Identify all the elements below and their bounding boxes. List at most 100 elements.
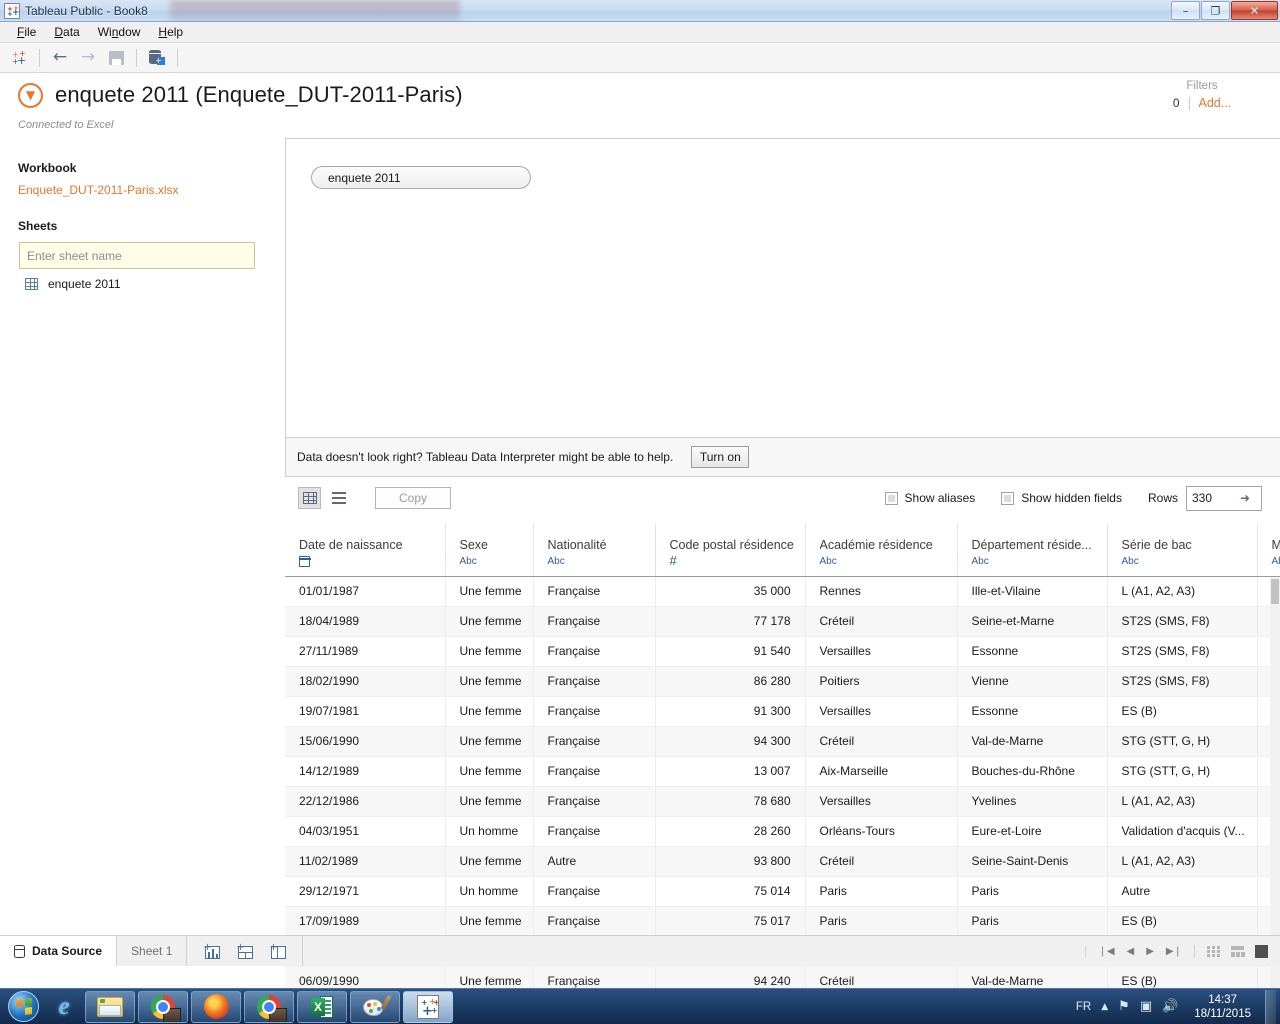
- copy-button[interactable]: Copy: [375, 487, 451, 509]
- table-row[interactable]: 22/12/1986 Une femme Française 78 680 Versai…: [285, 786, 1280, 817]
- monitor-icon[interactable]: ▣: [1140, 999, 1152, 1014]
- table-cell[interactable]: Vienne: [957, 666, 1108, 697]
- table-cell[interactable]: Française: [533, 696, 656, 727]
- bottom-tab-bar[interactable]: Data Source Sheet 1 + + + ❘◀ ◀ ▶ ▶❘: [0, 935, 1280, 966]
- table-cell[interactable]: 01/01/1987: [285, 576, 446, 607]
- table-cell[interactable]: Une femme: [445, 726, 534, 757]
- clock[interactable]: 14:37 18/11/2015: [1188, 993, 1255, 1021]
- back-arrow-icon[interactable]: ←: [47, 46, 73, 70]
- table-cell[interactable]: Une femme: [445, 906, 534, 937]
- new-story-icon[interactable]: +: [269, 942, 287, 959]
- tableau-logo-icon[interactable]: + + + +: [6, 46, 32, 70]
- system-tray[interactable]: FR ▲ ⚑ ▣ 🔊 14:37 18/11/2015: [1076, 989, 1280, 1024]
- table-cell[interactable]: Française: [533, 816, 656, 847]
- table-cell[interactable]: Versailles: [805, 696, 958, 727]
- table-cell[interactable]: Une femme: [445, 786, 534, 817]
- add-filter-link[interactable]: Add...: [1199, 96, 1232, 110]
- table-cell[interactable]: 19/07/1981: [285, 696, 446, 727]
- table-cell[interactable]: 17/09/1989: [285, 906, 446, 937]
- table-cell[interactable]: Poitiers: [805, 666, 958, 697]
- taskbar-file-explorer[interactable]: [85, 990, 135, 1023]
- table-cell[interactable]: Une femme: [445, 756, 534, 787]
- table-cell[interactable]: 18/04/1989: [285, 606, 446, 637]
- sheet-list-item[interactable]: enquete 2011: [25, 277, 121, 291]
- datasource-dropdown-button[interactable]: ▼: [18, 82, 43, 108]
- volume-icon[interactable]: 🔊: [1162, 999, 1178, 1014]
- table-cell[interactable]: Rennes: [805, 576, 958, 607]
- table-cell[interactable]: Orléans-Tours: [805, 816, 958, 847]
- close-button[interactable]: ✕: [1231, 1, 1278, 20]
- next-sheet-icon[interactable]: ▶: [1146, 946, 1154, 957]
- show-hide-icon[interactable]: [1255, 944, 1268, 958]
- table-row[interactable]: 29/12/1971 Un homme Française 75 014 Paris Pa…: [285, 876, 1280, 907]
- minimize-button[interactable]: –: [1171, 1, 1200, 20]
- column-header[interactable]: Département réside... Abc: [957, 524, 1108, 577]
- table-cell[interactable]: 94 300: [655, 726, 806, 757]
- table-cell[interactable]: 78 680: [655, 786, 806, 817]
- table-cell[interactable]: Créteil: [805, 846, 958, 877]
- table-cell[interactable]: ST2S (SMS, F8): [1107, 606, 1258, 637]
- tab-sheet-1[interactable]: Sheet 1: [117, 936, 188, 966]
- table-cell[interactable]: 15/06/1990: [285, 726, 446, 757]
- column-header[interactable]: Académie résidence Abc: [805, 524, 958, 577]
- network-flag-icon[interactable]: ⚑: [1118, 999, 1130, 1014]
- table-cell[interactable]: Bouches-du-Rhône: [957, 756, 1108, 787]
- table-cell[interactable]: Une femme: [445, 636, 534, 667]
- table-cell[interactable]: ST2S (SMS, F8): [1107, 666, 1258, 697]
- tab-data-source[interactable]: Data Source: [0, 936, 118, 966]
- table-cell[interactable]: Une femme: [445, 576, 534, 607]
- table-cell[interactable]: Paris: [957, 876, 1108, 907]
- column-header[interactable]: Code postal résidence #: [655, 524, 806, 577]
- table-cell[interactable]: 18/02/1990: [285, 666, 446, 697]
- table-cell[interactable]: Versailles: [805, 786, 958, 817]
- table-cell[interactable]: 11/02/1989: [285, 846, 446, 877]
- table-cell[interactable]: Versailles: [805, 636, 958, 667]
- list-view-icon[interactable]: [327, 487, 350, 509]
- windows-taskbar[interactable]: e X + + + + + FR ▲ ⚑ ▣ 🔊 14:37 18/11/201…: [0, 988, 1280, 1024]
- table-cell[interactable]: Ille-et-Vilaine: [957, 576, 1108, 607]
- table-cell[interactable]: Française: [533, 906, 656, 937]
- table-cell[interactable]: Créteil: [805, 726, 958, 757]
- table-cell[interactable]: Validation d'acquis (V...: [1107, 816, 1258, 847]
- table-cell[interactable]: 77 178: [655, 606, 806, 637]
- table-cell[interactable]: L (A1, A2, A3): [1107, 786, 1258, 817]
- menu-item-help[interactable]: Help: [149, 23, 192, 41]
- column-header[interactable]: Sexe Abc: [445, 524, 534, 577]
- table-row[interactable]: 19/07/1981 Une femme Française 91 300 Versai…: [285, 696, 1280, 727]
- language-indicator[interactable]: FR: [1076, 1001, 1091, 1013]
- table-cell[interactable]: Seine-et-Marne: [957, 606, 1108, 637]
- table-row[interactable]: 01/01/1987 Une femme Française 35 000 Rennes…: [285, 576, 1280, 607]
- table-cell[interactable]: 35 000: [655, 576, 806, 607]
- workbook-file-link[interactable]: Enquete_DUT-2011-Paris.xlsx: [18, 183, 179, 197]
- table-cell[interactable]: Un homme: [445, 816, 534, 847]
- table-cell[interactable]: Française: [533, 786, 656, 817]
- column-header[interactable]: Date de naissance: [285, 524, 446, 577]
- table-cell[interactable]: Française: [533, 726, 656, 757]
- table-cell[interactable]: Française: [533, 636, 656, 667]
- table-cell[interactable]: 75 014: [655, 876, 806, 907]
- table-row[interactable]: 18/02/1990 Une femme Française 86 280 Poitie…: [285, 666, 1280, 697]
- grid-view-icon[interactable]: [298, 487, 321, 509]
- taskbar-chrome[interactable]: [138, 990, 188, 1023]
- table-cell[interactable]: Essonne: [957, 696, 1108, 727]
- table-row[interactable]: 18/04/1989 Une femme Française 77 178 Crétei…: [285, 606, 1280, 637]
- menu-bar[interactable]: File Data Window Help: [0, 22, 1280, 43]
- table-cell[interactable]: Paris: [805, 906, 958, 937]
- table-cell[interactable]: 75 017: [655, 906, 806, 937]
- table-chip[interactable]: enquete 2011: [311, 166, 531, 189]
- table-cell[interactable]: Française: [533, 576, 656, 607]
- column-header[interactable]: Me Abc: [1257, 524, 1280, 577]
- prev-sheet-icon[interactable]: ◀: [1127, 946, 1135, 957]
- table-cell[interactable]: L (A1, A2, A3): [1107, 846, 1258, 877]
- table-cell[interactable]: Une femme: [445, 666, 534, 697]
- app-toolbar[interactable]: + + + + ← → +: [0, 43, 1280, 73]
- rows-input[interactable]: [1192, 491, 1240, 505]
- table-cell[interactable]: Autre: [1107, 876, 1258, 907]
- table-cell[interactable]: Eure-et-Loire: [957, 816, 1108, 847]
- first-sheet-icon[interactable]: ❘◀: [1098, 946, 1114, 957]
- table-cell[interactable]: 13 007: [655, 756, 806, 787]
- new-worksheet-icon[interactable]: +: [203, 942, 221, 959]
- table-row[interactable]: 04/03/1951 Un homme Française 28 260 Orléans…: [285, 816, 1280, 847]
- table-cell[interactable]: 29/12/1971: [285, 876, 446, 907]
- menu-item-data[interactable]: Data: [45, 23, 88, 41]
